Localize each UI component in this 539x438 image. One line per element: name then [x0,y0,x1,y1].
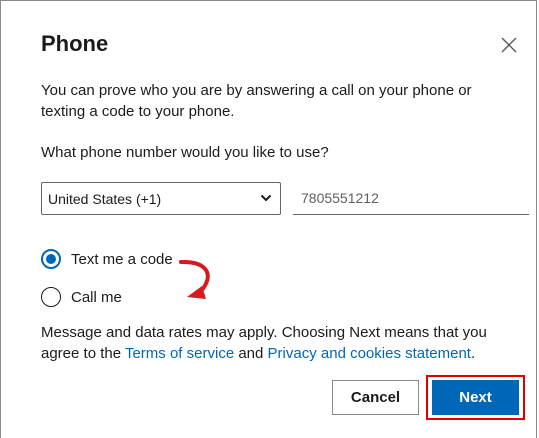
phone-question: What phone number would you like to use? [41,144,329,161]
option-text-me-a-code[interactable]: Text me a code [41,248,173,270]
rates-notice: Message and data rates may apply. Choosi… [41,322,521,364]
dialog-title: Phone [41,31,109,56]
terms-of-service-link[interactable]: Terms of service [125,345,234,362]
option-call-me[interactable]: Call me [41,286,122,308]
country-code-value: United States (+1) [48,191,162,207]
dialog-description: You can prove who you are by answering a… [41,82,472,120]
curved-arrow-icon [179,259,210,299]
cancel-button[interactable]: Cancel [332,380,419,415]
close-icon [501,37,517,53]
chevron-down-icon [260,194,272,202]
radio-call-me[interactable] [41,287,61,307]
phone-number-input[interactable] [293,182,529,215]
close-button[interactable] [497,33,521,57]
notice-text-middle: and [234,345,268,362]
option-label-call: Call me [71,288,122,306]
next-button[interactable]: Next [432,380,519,415]
country-code-select[interactable]: United States (+1) [41,182,281,215]
radio-text-me-a-code[interactable] [41,249,61,269]
privacy-statement-link[interactable]: Privacy and cookies statement [268,345,471,362]
phone-dialog: Phone You can prove who you are by answe… [0,0,537,438]
notice-text-after: . [470,345,476,362]
option-label-text: Text me a code [71,250,173,268]
